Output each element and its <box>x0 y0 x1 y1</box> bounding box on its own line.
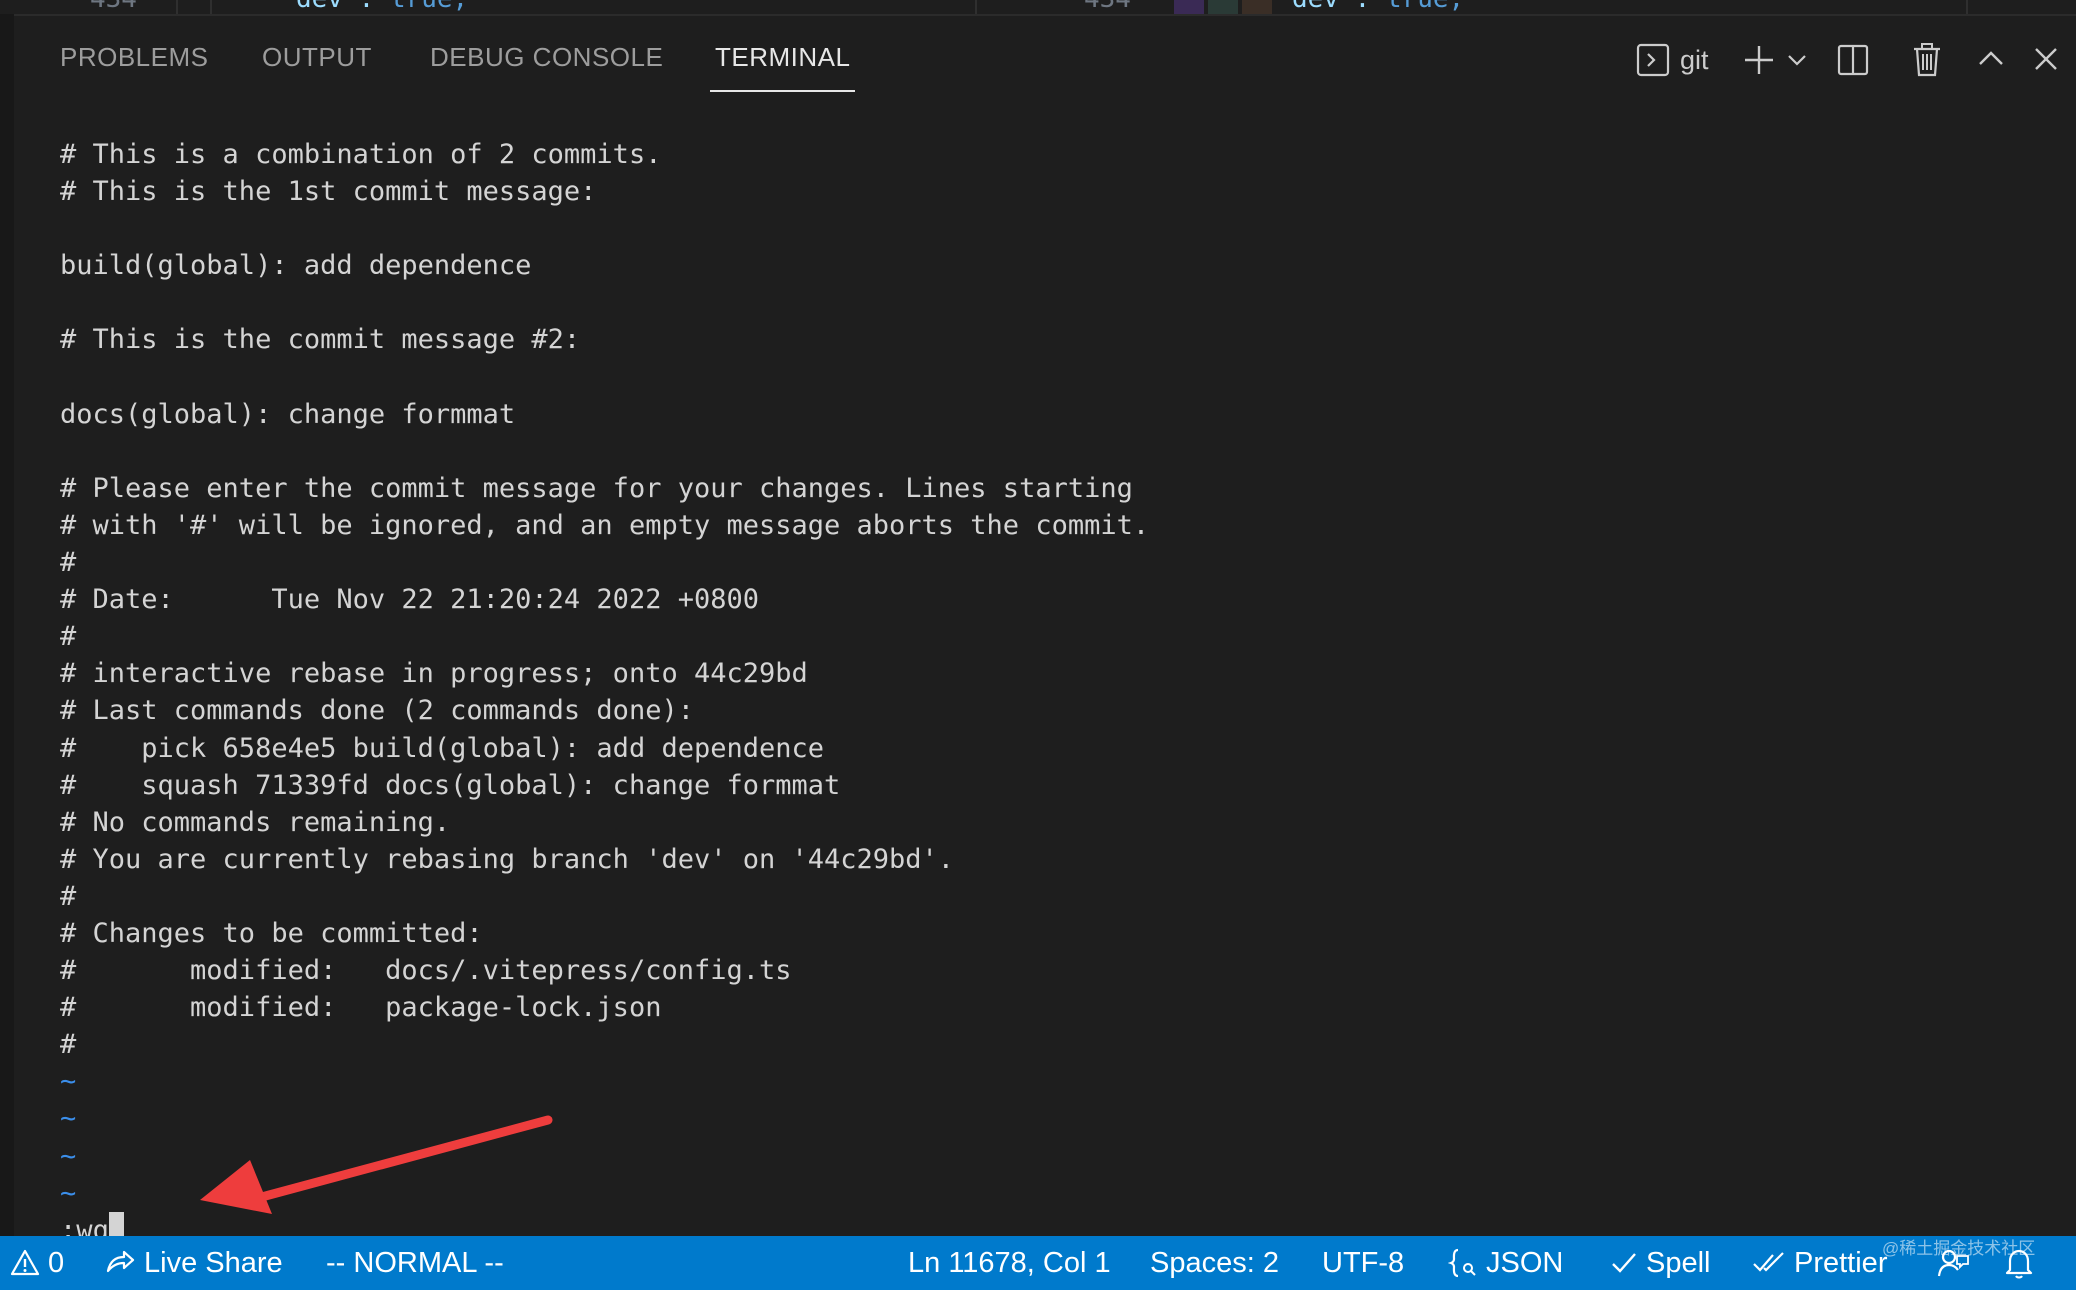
terminal-line: # This is a combination of 2 commits. <box>60 139 662 170</box>
code-punct: : <box>1339 0 1386 14</box>
live-share-icon <box>104 1247 144 1279</box>
tab-terminal[interactable]: TERMINAL <box>709 42 856 92</box>
close-icon <box>2032 43 2060 77</box>
terminal-line: # You are currently rebasing branch 'dev… <box>60 843 955 875</box>
watermark: @稀土掘金技术社区 <box>1882 1239 2036 1258</box>
tab-debug-console[interactable]: DEBUG CONSOLE <box>430 42 663 82</box>
line-number: 434 <box>1084 0 1131 14</box>
code-value: true, <box>1386 0 1464 14</box>
terminal-line: # <box>60 547 77 579</box>
terminal-line: # interactive rebase in progress; onto 4… <box>60 658 808 690</box>
terminal-line: # modified: package-lock.json <box>60 992 662 1024</box>
code-line: dev : true, <box>1292 0 1464 14</box>
check-icon <box>1610 1249 1646 1277</box>
split-terminal-button[interactable] <box>1836 40 1870 80</box>
terminal-shell-selector[interactable]: git <box>1636 40 1709 80</box>
chevron-up-icon <box>1976 43 2006 77</box>
terminal-line: # modified: docs/.vitepress/config.ts <box>60 955 792 987</box>
empty-line-tilde: ~ <box>60 1066 77 1098</box>
gutter-divider <box>210 0 212 14</box>
editor-area-remnant: 434 dev : true, 434 dev : true, <box>0 0 2076 16</box>
live-share-button[interactable]: Live Share <box>104 1236 283 1290</box>
terminal-line: docs(global): change formmat <box>60 398 516 430</box>
code-line: dev : true, <box>296 0 468 14</box>
terminal-line: # This is the 1st commit message: <box>60 176 597 208</box>
empty-line-tilde: ~ <box>60 1103 77 1135</box>
shell-name: git <box>1680 44 1709 75</box>
maximize-panel-button[interactable] <box>1976 40 2006 80</box>
tab-output[interactable]: OUTPUT <box>262 42 372 82</box>
indentation-setting[interactable]: Spaces: 2 <box>1150 1236 1279 1290</box>
plus-icon <box>1742 43 1776 77</box>
terminal-line: # This is the commit message #2: <box>60 324 581 356</box>
sidebar-edge <box>0 14 14 1236</box>
spell-check[interactable]: Spell <box>1610 1236 1711 1290</box>
pane-divider <box>975 0 977 14</box>
language-mode[interactable]: JSON <box>1448 1236 1563 1290</box>
trash-icon <box>1912 43 1942 77</box>
terminal-line: # Last commands done (2 commands done): <box>60 695 694 727</box>
encoding-setting[interactable]: UTF-8 <box>1322 1236 1404 1290</box>
bottom-panel: PROBLEMS OUTPUT DEBUG CONSOLE TERMINAL g… <box>14 16 2076 1246</box>
code-key: dev <box>296 0 343 14</box>
terminal-line: # squash 71339fd docs(global): change fo… <box>60 769 841 801</box>
terminal-shell-icon <box>1636 43 1670 77</box>
cursor-position[interactable]: Ln 11678, Col 1 <box>908 1236 1111 1290</box>
diff-gutter-marker <box>1208 0 1238 14</box>
terminal-line: # with '#' will be ignored, and an empty… <box>60 509 1150 541</box>
close-panel-button[interactable] <box>2032 40 2060 80</box>
code-value: true, <box>390 0 468 14</box>
terminal-line: # <box>60 621 77 653</box>
new-terminal-button[interactable] <box>1742 40 1776 80</box>
double-check-icon <box>1752 1249 1794 1277</box>
terminal-output[interactable]: # This is a combination of 2 commits. # … <box>60 136 2050 1246</box>
terminal-line: # pick 658e4e5 build(global): add depend… <box>60 732 825 764</box>
prettier-label: Prettier <box>1794 1246 1888 1279</box>
status-bar: 0 Live Share -- NORMAL -- Ln 11678, Col … <box>0 1236 2076 1290</box>
code-key: dev <box>1292 0 1339 14</box>
vim-mode: -- NORMAL -- <box>326 1246 504 1279</box>
line-number: 434 <box>90 0 137 14</box>
braces-icon <box>1448 1247 1486 1279</box>
terminal-line: # <box>60 880 77 912</box>
spell-label: Spell <box>1646 1246 1711 1279</box>
kill-terminal-button[interactable] <box>1912 40 1942 80</box>
tab-problems[interactable]: PROBLEMS <box>60 42 209 82</box>
terminal-line: # Please enter the commit message for yo… <box>60 472 1133 504</box>
problems-status[interactable]: 0 <box>10 1236 64 1290</box>
prettier-status[interactable]: Prettier <box>1752 1236 1887 1290</box>
terminal-line: build(global): add dependence <box>60 250 532 282</box>
terminal-line: # Date: Tue Nov 22 21:20:24 2022 +0800 <box>60 584 759 616</box>
chevron-down-icon <box>1786 43 1808 77</box>
gutter-divider <box>176 0 178 14</box>
pane-divider <box>1966 0 1968 14</box>
diff-gutter-marker <box>1174 0 1204 14</box>
panel-tab-bar: PROBLEMS OUTPUT DEBUG CONSOLE TERMINAL g… <box>14 16 2076 102</box>
live-share-label: Live Share <box>144 1246 283 1279</box>
code-punct: : <box>343 0 390 14</box>
terminal-line: # No commands remaining. <box>60 806 451 838</box>
empty-line-tilde: ~ <box>60 1177 77 1209</box>
split-terminal-icon <box>1836 43 1870 77</box>
diff-gutter-marker <box>1242 0 1272 14</box>
language-label: JSON <box>1486 1246 1564 1279</box>
empty-line-tilde: ~ <box>60 1140 77 1172</box>
terminal-line: # Changes to be committed: <box>60 917 483 949</box>
problems-count: 0 <box>48 1246 65 1279</box>
launch-profile-button[interactable] <box>1786 40 1808 80</box>
terminal-line: # <box>60 1029 77 1061</box>
warning-icon <box>10 1248 48 1278</box>
